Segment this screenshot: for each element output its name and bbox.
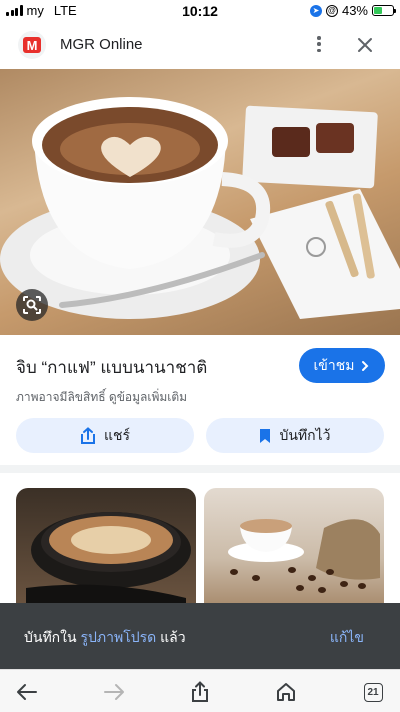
- share-page-icon[interactable]: [187, 679, 213, 705]
- site-name[interactable]: MGR Online: [60, 36, 143, 53]
- page-header: M MGR Online: [0, 22, 400, 68]
- forward-arrow-icon[interactable]: [101, 679, 127, 705]
- save-button[interactable]: บันทึกไว้: [206, 418, 384, 453]
- snackbar-text-before: บันทึกใน: [24, 629, 81, 645]
- back-arrow-icon[interactable]: [14, 679, 40, 705]
- snackbar-message: บันทึกใน รูปภาพโปรด แล้ว: [24, 627, 186, 649]
- location-icon: ➤: [309, 4, 322, 17]
- hero-image[interactable]: [0, 69, 400, 335]
- share-label: แชร์: [103, 426, 131, 443]
- visit-label: เข้าชม: [313, 356, 355, 373]
- section-divider: [0, 465, 400, 473]
- share-icon: [80, 426, 95, 444]
- kebab-menu-icon[interactable]: [312, 34, 326, 54]
- visual-search-icon[interactable]: [16, 289, 48, 321]
- bookmark-icon: [260, 428, 271, 443]
- coffee-cup-photo: [26, 512, 191, 606]
- site-logo-letter: M: [23, 37, 41, 53]
- image-title: จิบ “กาแฟ” แบบนานาชาติ: [16, 358, 208, 377]
- battery-percent: 43%: [341, 3, 368, 18]
- related-image-1[interactable]: [16, 488, 196, 606]
- save-label: บันทึกไว้: [279, 426, 331, 443]
- snackbar-text-after: แล้ว: [156, 629, 186, 645]
- share-button[interactable]: แชร์: [16, 418, 194, 453]
- favorites-link[interactable]: รูปภาพโปรด: [80, 629, 156, 645]
- home-icon[interactable]: [273, 679, 299, 705]
- tab-count: 21: [363, 682, 383, 702]
- status-right: ➤ @ 43%: [309, 3, 396, 18]
- visit-button[interactable]: เข้าชม: [299, 348, 385, 383]
- snackbar: บันทึกใน รูปภาพโปรด แล้ว แก้ไข: [0, 603, 400, 669]
- close-icon[interactable]: [354, 34, 376, 56]
- battery-icon: [372, 5, 396, 16]
- copyright-notice[interactable]: ภาพอาจมีลิขสิทธิ์ ดูข้อมูลเพิ่มเติม: [16, 388, 187, 407]
- status-bar: my LTE 10:12 ➤ @ 43%: [0, 0, 400, 22]
- related-image-2[interactable]: [204, 488, 384, 606]
- bottom-toolbar: 21: [0, 669, 400, 712]
- site-logo[interactable]: M: [18, 31, 46, 59]
- coffee-beans-photo: [228, 519, 380, 593]
- chevron-right-icon: [362, 360, 369, 371]
- battery-level: [374, 7, 382, 14]
- tab-switcher-button[interactable]: 21: [360, 679, 386, 705]
- coffee-photo: [0, 97, 400, 319]
- edit-button[interactable]: แก้ไข: [330, 627, 364, 649]
- orientation-lock-icon: @: [325, 4, 338, 17]
